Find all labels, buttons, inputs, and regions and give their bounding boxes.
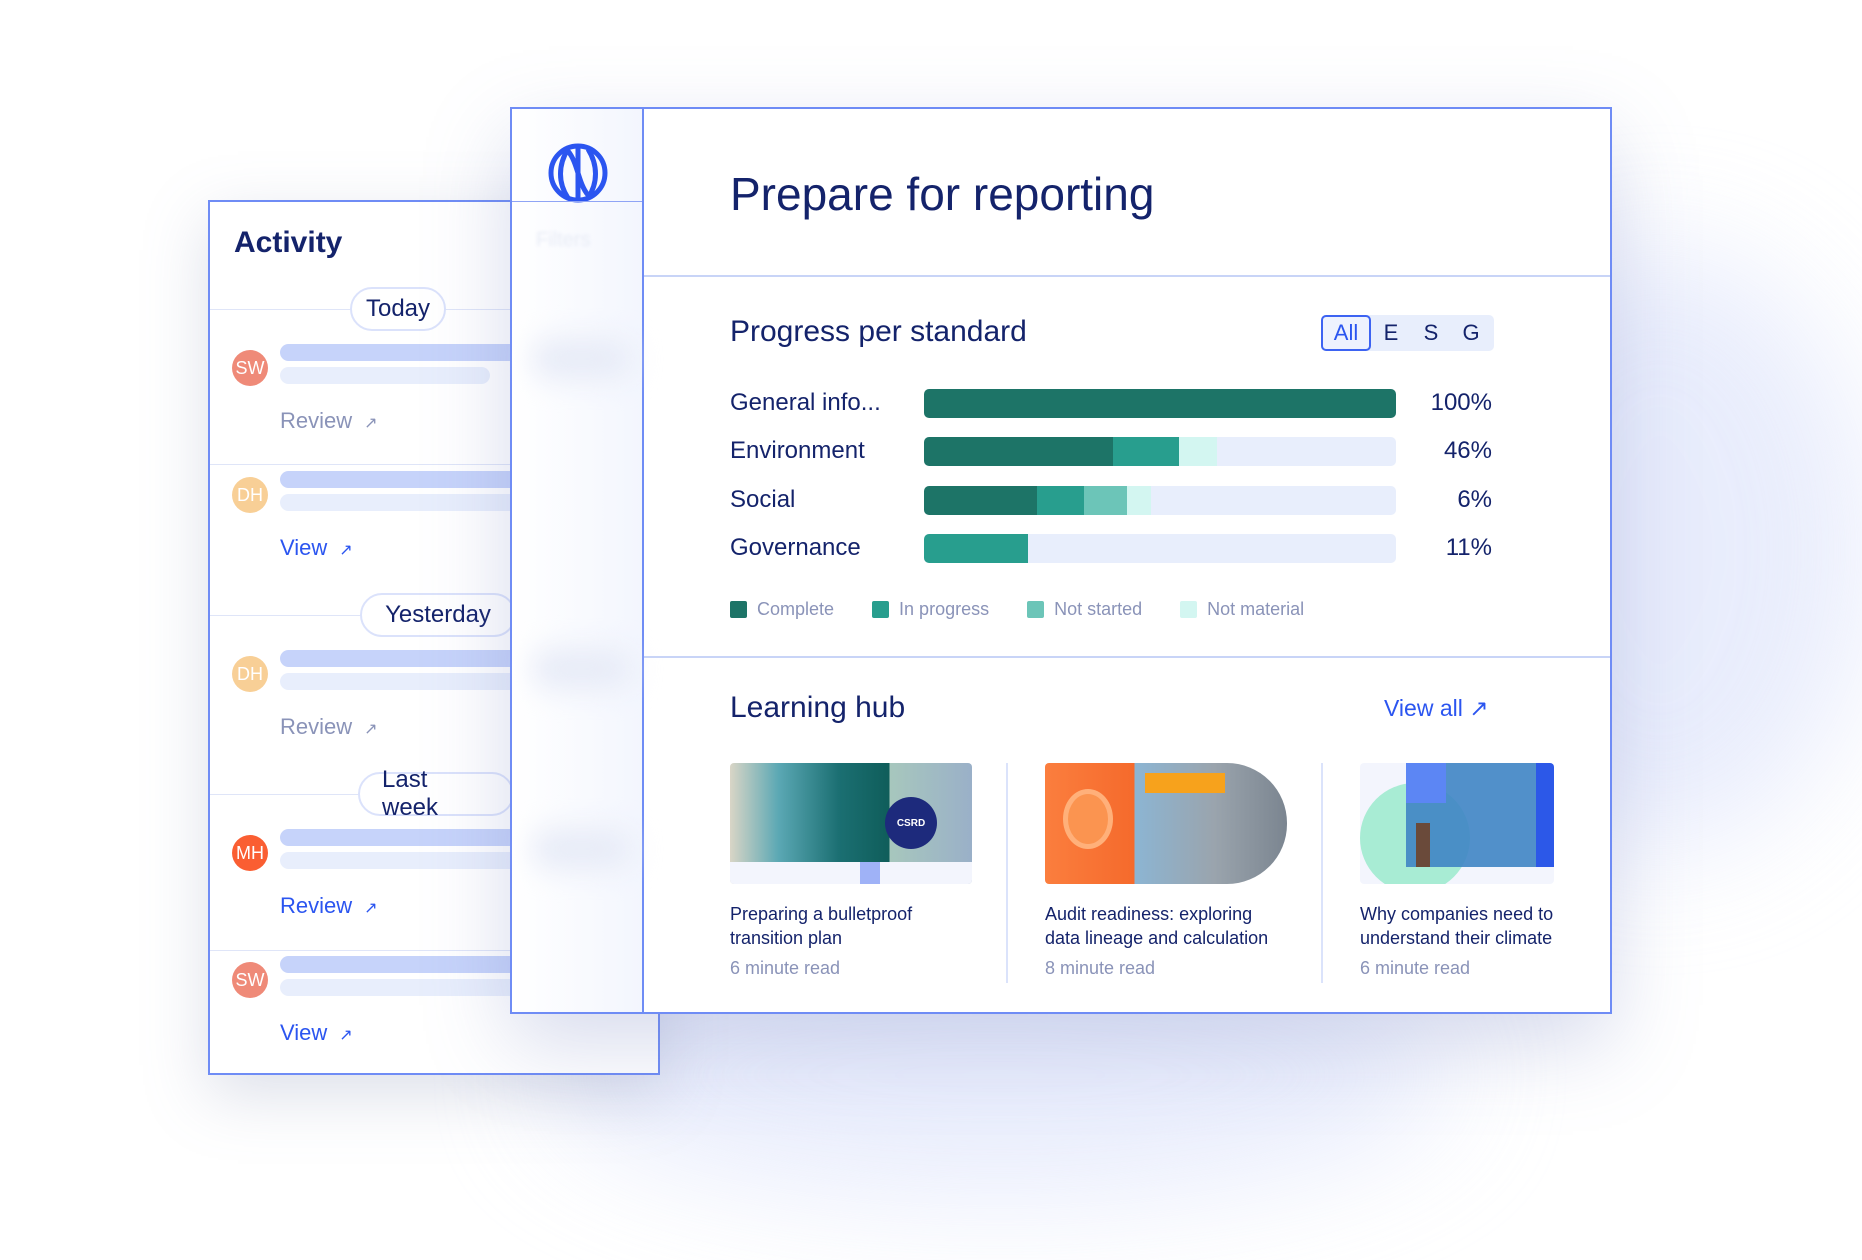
legend-in-progress: In progress <box>872 599 989 620</box>
card-image <box>1360 763 1554 884</box>
link-label: View <box>280 535 328 560</box>
arrow-up-right-icon: ↗ <box>339 542 353 559</box>
standard-filter-toggle: All E S G <box>1321 315 1494 351</box>
filter-s[interactable]: S <box>1411 320 1451 346</box>
legend-complete: Complete <box>730 599 834 620</box>
activity-link[interactable]: Review ↗ <box>280 893 378 919</box>
link-label: Review <box>280 893 353 918</box>
legend-not-material: Not material <box>1180 599 1304 620</box>
group-yesterday: Yesterday <box>360 593 516 637</box>
legend-label: Complete <box>757 599 835 619</box>
standard-percent: 100% <box>1430 389 1492 416</box>
progress-bar <box>924 437 1396 466</box>
standard-label: Governance <box>730 534 861 561</box>
standard-label: Social <box>730 486 796 513</box>
learning-card[interactable]: Audit readiness: exploring data lineage … <box>1045 763 1287 979</box>
card-title: Preparing a bulletproof transition plan <box>730 904 913 948</box>
sidebar: Filters <box>512 109 644 1012</box>
link-label: Review <box>280 408 353 433</box>
view-all-label: View all <box>1384 695 1463 721</box>
swatch <box>872 601 890 618</box>
standard-percent: 6% <box>1457 486 1492 513</box>
activity-link[interactable]: Review ↗ <box>280 714 378 740</box>
legend-label: In progress <box>899 599 990 619</box>
csrd-badge: CSRD <box>885 797 937 849</box>
view-all-link[interactable]: View all ↗ <box>1384 695 1489 722</box>
avatar: SW <box>232 962 268 998</box>
activity-link[interactable]: View ↗ <box>280 535 353 561</box>
card-title: Audit readiness: exploring data lineage … <box>1045 904 1269 948</box>
progress-title: Progress per standard <box>730 315 1027 348</box>
avatar: DH <box>232 656 268 692</box>
activity-link[interactable]: Review ↗ <box>280 408 378 434</box>
filter-all[interactable]: All <box>1321 315 1371 351</box>
progress-bar <box>924 389 1396 418</box>
arrow-up-right-icon: ↗ <box>339 1027 353 1044</box>
swatch <box>1180 601 1198 618</box>
page-title: Prepare for reporting <box>730 168 1155 220</box>
segment-not-started <box>1084 486 1127 515</box>
group-last-week: Last week <box>358 766 514 821</box>
segment-in-progress <box>924 534 1028 563</box>
arrow-up-right-icon: ↗ <box>364 721 378 738</box>
progress-bar <box>924 534 1396 563</box>
activity-title: Activity <box>234 226 343 259</box>
standard-label: General info... <box>730 389 881 416</box>
avatar: SW <box>232 350 268 386</box>
link-label: Review <box>280 714 353 739</box>
card-image: CSRD <box>730 763 972 884</box>
divider <box>1321 763 1323 983</box>
legend-label: Not material <box>1207 599 1305 619</box>
segment-not-material <box>1126 486 1151 515</box>
arrow-up-right-icon: ↗ <box>364 415 378 432</box>
legend-not-started: Not started <box>1027 599 1142 620</box>
avatar: MH <box>232 835 268 871</box>
globe-logo-icon[interactable] <box>548 143 608 203</box>
standard-label: Environment <box>730 437 865 464</box>
segment-in-progress <box>1037 486 1085 515</box>
progress-bar <box>924 486 1396 515</box>
segment-complete <box>924 389 1396 418</box>
learning-hub-title: Learning hub <box>730 691 906 724</box>
card-read-time: 8 minute read <box>1045 958 1156 978</box>
card-image <box>1045 763 1287 884</box>
swatch <box>730 601 747 618</box>
standard-percent: 11% <box>1445 534 1492 561</box>
card-title: Why companies need to understand their c… <box>1360 904 1554 948</box>
swatch <box>1027 601 1045 618</box>
segment-complete <box>924 437 1113 466</box>
legend-label: Not started <box>1054 599 1143 619</box>
legend: Complete In progress Not started Not mat… <box>730 599 1304 620</box>
filter-e[interactable]: E <box>1371 320 1411 346</box>
reporting-panel: Filters Prepare for reporting Progress p… <box>510 107 1612 1014</box>
divider <box>1006 763 1008 983</box>
card-read-time: 6 minute read <box>730 958 841 978</box>
divider <box>644 656 1610 658</box>
divider <box>644 275 1610 277</box>
placeholder-line <box>280 367 490 384</box>
arrow-up-right-icon: ↗ <box>364 900 378 917</box>
segment-complete <box>924 486 1038 515</box>
activity-link[interactable]: View ↗ <box>280 1020 353 1046</box>
blurred-placeholder <box>532 339 632 379</box>
divider <box>512 201 642 202</box>
blurred-placeholder <box>532 829 632 869</box>
arrow-up-right-icon: ↗ <box>1469 695 1489 721</box>
filters-label: Filters <box>536 229 591 251</box>
link-label: View <box>280 1020 328 1045</box>
segment-not-material <box>1178 437 1217 466</box>
group-today: Today <box>350 287 446 331</box>
learning-card[interactable]: Why companies need to understand their c… <box>1360 763 1554 979</box>
blurred-placeholder <box>532 649 632 689</box>
filter-g[interactable]: G <box>1451 320 1491 346</box>
standard-percent: 46% <box>1443 437 1492 464</box>
card-read-time: 6 minute read <box>1360 958 1471 978</box>
magnifier-icon <box>1063 789 1113 849</box>
segment-in-progress <box>1112 437 1179 466</box>
learning-card[interactable]: CSRD Preparing a bulletproof transition … <box>730 763 972 979</box>
avatar: DH <box>232 477 268 513</box>
